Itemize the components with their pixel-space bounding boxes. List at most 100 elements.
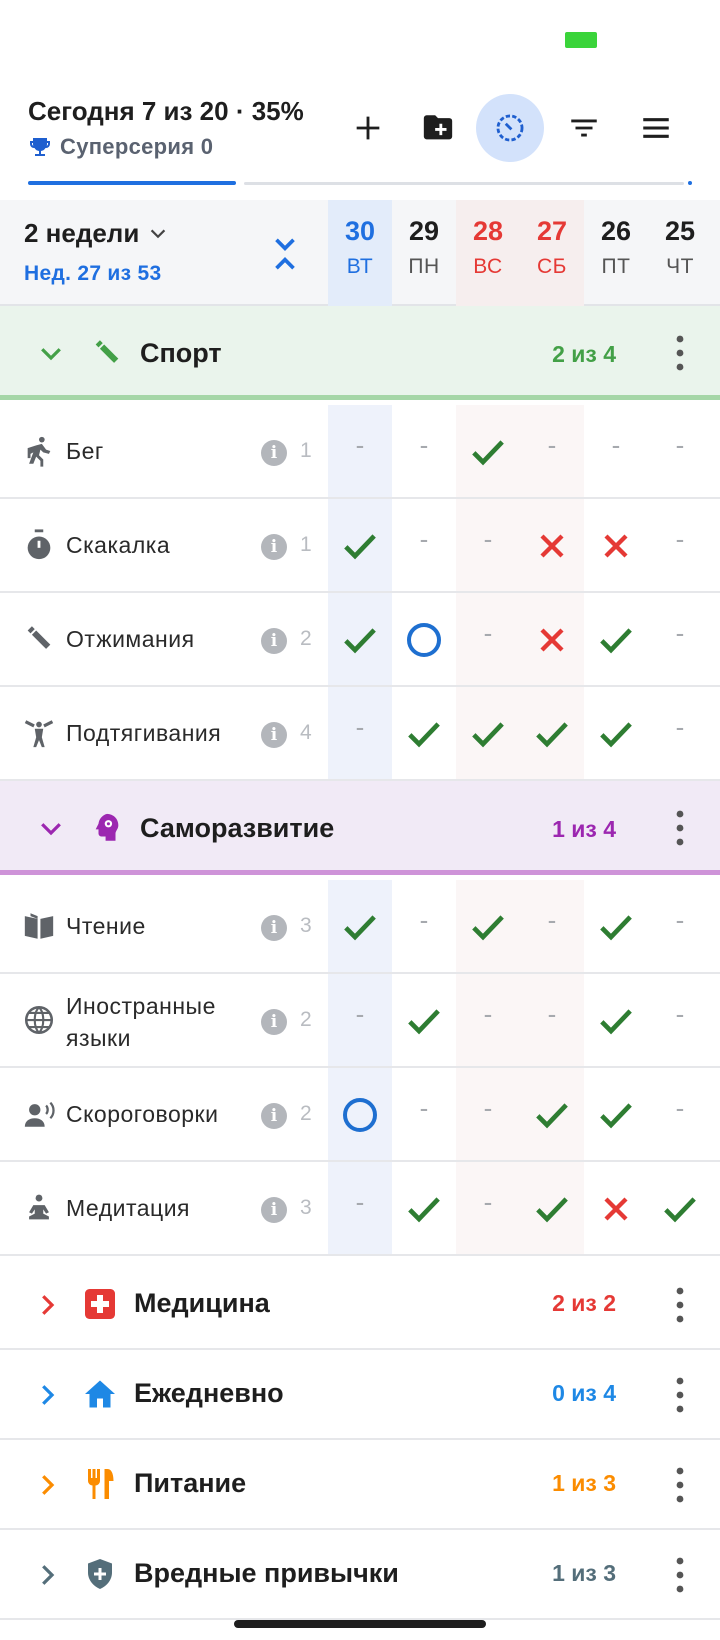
day-cell-28[interactable] (456, 405, 520, 499)
info-icon[interactable]: i (261, 628, 287, 654)
chevron-right-icon[interactable] (32, 1470, 62, 1500)
day-cell-27[interactable]: - (520, 405, 584, 499)
streak-label[interactable]: Суперсерия 0 (28, 134, 213, 160)
day-cell-25[interactable]: - (648, 593, 712, 687)
day-cell-29[interactable] (392, 593, 456, 687)
day-cell-29[interactable]: - (392, 499, 456, 593)
day-cell-29[interactable] (392, 687, 456, 781)
chevron-down-icon[interactable] (36, 338, 66, 368)
day-cell-27[interactable]: - (520, 880, 584, 974)
group-collapsed[interactable]: Медицина 2 из 2 (0, 1260, 720, 1350)
day-cell-27[interactable] (520, 593, 584, 687)
day-cell-30[interactable] (328, 593, 392, 687)
day-cell-29[interactable]: - (392, 405, 456, 499)
day-header-29[interactable]: 29 ПН (392, 200, 456, 306)
day-cell-30[interactable] (328, 880, 392, 974)
more-vert-icon[interactable] (668, 1285, 692, 1325)
day-cell-30[interactable]: - (328, 687, 392, 781)
habit-row[interactable]: Бег i 1 - - - - - (0, 405, 720, 499)
day-header-25[interactable]: 25 ЧТ (648, 200, 712, 306)
more-vert-icon[interactable] (668, 1375, 692, 1415)
plus-icon (356, 116, 380, 140)
chevron-right-icon[interactable] (32, 1380, 62, 1410)
day-cell-27[interactable]: - (520, 974, 584, 1068)
more-vert-icon[interactable] (668, 1555, 692, 1595)
day-cell-28[interactable]: - (456, 593, 520, 687)
day-cell-26[interactable] (584, 499, 648, 593)
info-icon[interactable]: i (261, 1009, 287, 1035)
day-cell-29[interactable] (392, 974, 456, 1068)
day-cell-29[interactable]: - (392, 880, 456, 974)
day-cell-26[interactable] (584, 1068, 648, 1162)
habit-row[interactable]: Иностранные языки i 2 - - - - (0, 974, 720, 1068)
day-cell-26[interactable]: - (584, 405, 648, 499)
menu-button[interactable] (622, 94, 690, 162)
day-cell-27[interactable] (520, 687, 584, 781)
info-icon[interactable]: i (261, 722, 287, 748)
timer-mode-button[interactable] (476, 94, 544, 162)
info-icon[interactable]: i (261, 440, 287, 466)
info-icon[interactable]: i (261, 1103, 287, 1129)
day-cell-28[interactable]: - (456, 1162, 520, 1256)
day-cell-28[interactable] (456, 880, 520, 974)
group-collapsed[interactable]: Вредные привычки 1 из 3 (0, 1530, 720, 1620)
habit-row[interactable]: Скороговорки i 2 - - - (0, 1068, 720, 1162)
habit-row[interactable]: Отжимания i 2 - - (0, 593, 720, 687)
chevron-down-icon[interactable] (36, 813, 66, 843)
more-vert-icon[interactable] (668, 333, 692, 373)
chevron-right-icon[interactable] (32, 1560, 62, 1590)
day-cell-26[interactable] (584, 593, 648, 687)
day-cell-28[interactable]: - (456, 499, 520, 593)
day-cell-29[interactable]: - (392, 1068, 456, 1162)
group-count: 1 из 3 (552, 1470, 616, 1496)
day-header-27[interactable]: 27 СБ (520, 200, 584, 306)
habit-row[interactable]: Чтение i 3 - - - (0, 880, 720, 974)
chevron-right-icon[interactable] (32, 1290, 62, 1320)
day-cell-25[interactable]: - (648, 1068, 712, 1162)
day-cell-25[interactable] (648, 1162, 712, 1256)
gesture-nav-bar[interactable] (234, 1620, 486, 1628)
day-cell-25[interactable]: - (648, 974, 712, 1068)
day-header-28[interactable]: 28 ВС (456, 200, 520, 306)
day-number: 29 (408, 216, 440, 246)
info-icon[interactable]: i (261, 534, 287, 560)
day-cell-25[interactable]: - (648, 880, 712, 974)
day-cell-25[interactable]: - (648, 499, 712, 593)
info-icon[interactable]: i (261, 915, 287, 941)
day-cell-25[interactable]: - (648, 687, 712, 781)
day-cell-26[interactable] (584, 880, 648, 974)
group-collapsed[interactable]: Ежедневно 0 из 4 (0, 1350, 720, 1440)
info-icon[interactable]: i (261, 1197, 287, 1223)
habit-row[interactable]: Подтягивания i 4 - - (0, 687, 720, 781)
add-group-button[interactable] (404, 94, 472, 162)
group-collapsed[interactable]: Питание 1 из 3 (0, 1440, 720, 1530)
day-cell-26[interactable] (584, 1162, 648, 1256)
day-cell-30[interactable] (328, 499, 392, 593)
day-cell-28[interactable]: - (456, 974, 520, 1068)
day-header-30[interactable]: 30 ВТ (328, 200, 392, 306)
day-cell-25[interactable]: - (648, 405, 712, 499)
more-vert-icon[interactable] (668, 1465, 692, 1505)
habit-row[interactable]: Медитация i 3 - - (0, 1162, 720, 1256)
day-cell-26[interactable] (584, 974, 648, 1068)
day-cell-28[interactable] (456, 687, 520, 781)
filter-button[interactable] (550, 94, 618, 162)
day-cell-26[interactable] (584, 687, 648, 781)
day-cell-30[interactable] (328, 1068, 392, 1162)
habit-row[interactable]: Скакалка i 1 - - - (0, 499, 720, 593)
collapse-expand-icon[interactable] (268, 234, 302, 274)
day-cell-30[interactable]: - (328, 974, 392, 1068)
day-cell-27[interactable] (520, 499, 584, 593)
group-header-0[interactable]: Спорт 2 из 4 (0, 306, 720, 400)
period-selector[interactable]: 2 недели (24, 218, 169, 249)
add-habit-button[interactable] (334, 94, 402, 162)
day-cell-30[interactable]: - (328, 405, 392, 499)
day-header-26[interactable]: 26 ПТ (584, 200, 648, 306)
group-header-1[interactable]: Саморазвитие 1 из 4 (0, 781, 720, 875)
more-vert-icon[interactable] (668, 808, 692, 848)
day-cell-29[interactable] (392, 1162, 456, 1256)
day-cell-27[interactable] (520, 1162, 584, 1256)
day-cell-27[interactable] (520, 1068, 584, 1162)
day-cell-28[interactable]: - (456, 1068, 520, 1162)
day-cell-30[interactable]: - (328, 1162, 392, 1256)
